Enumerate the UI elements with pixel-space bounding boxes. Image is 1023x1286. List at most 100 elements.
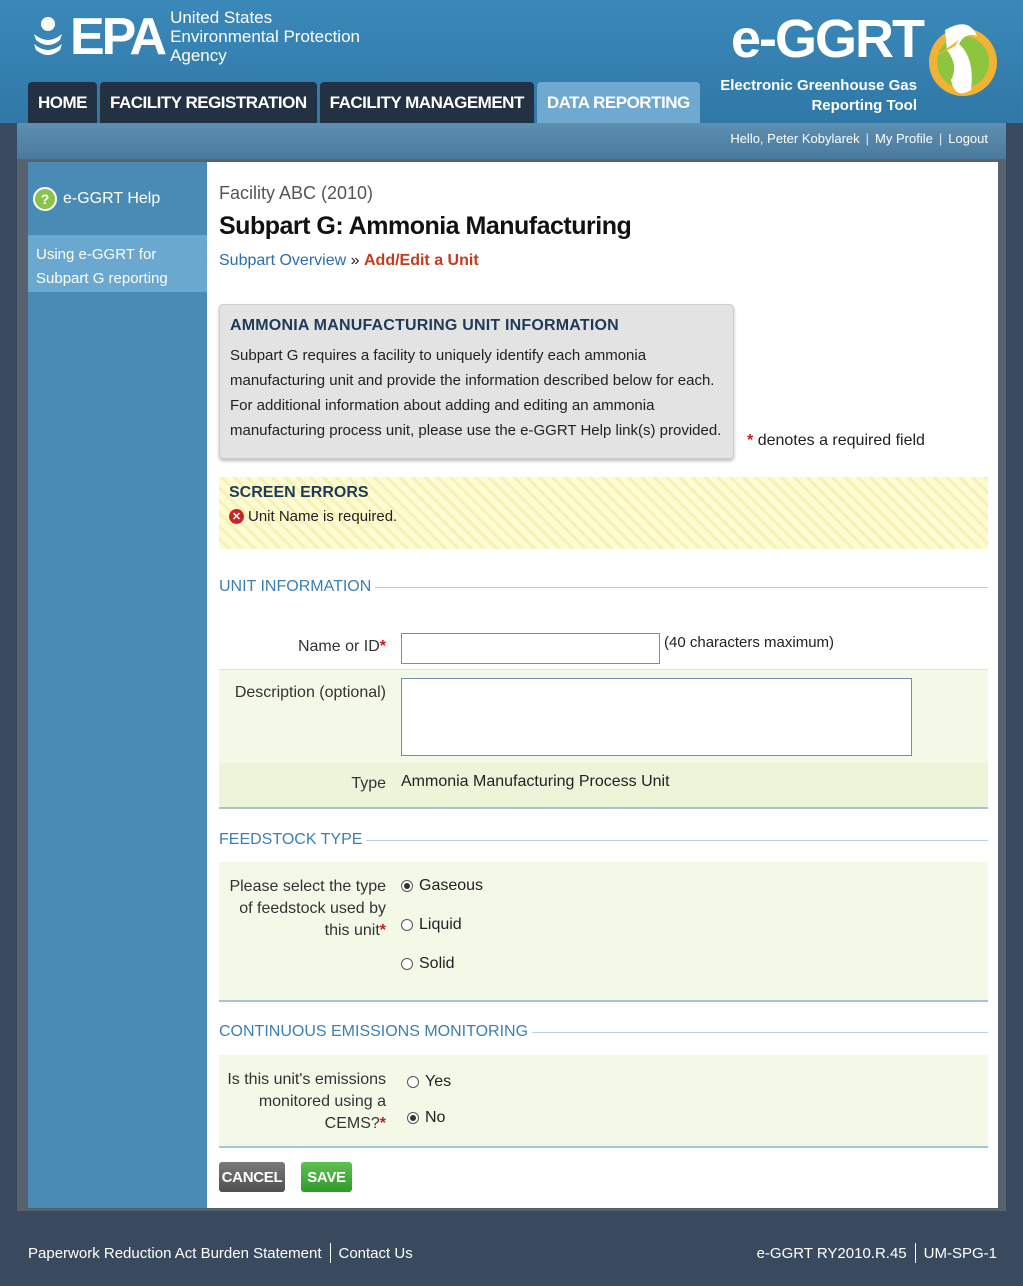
footer: Paperwork Reduction Act Burden Statement…	[0, 1211, 1023, 1286]
cems-option-label: No	[425, 1109, 446, 1126]
footer-links: Paperwork Reduction Act Burden Statement…	[28, 1243, 413, 1263]
tab-facility-management[interactable]: FACILITY MANAGEMENT	[319, 82, 534, 123]
save-button[interactable]: SAVE	[301, 1162, 352, 1192]
cems-label: Is this unit's emissions monitored using…	[210, 1069, 386, 1135]
feedstock-option-label: Solid	[419, 955, 455, 972]
error-icon: ✕	[229, 509, 244, 524]
radio-unselected-icon[interactable]	[401, 958, 413, 970]
description-label: Description (optional)	[234, 684, 386, 701]
name-input[interactable]	[401, 633, 660, 664]
footer-divider	[914, 1243, 916, 1263]
agency-line-2: Environmental Protection	[170, 27, 360, 46]
screen-id: UM-SPG-1	[923, 1244, 997, 1262]
breadcrumb-current: Add/Edit a Unit	[363, 252, 479, 269]
description-textarea[interactable]	[401, 678, 912, 756]
facility-name: Facility ABC (2010)	[219, 183, 374, 203]
sidebar-link-subpart-g[interactable]: Using e-GGRT for Subpart G reporting	[28, 236, 207, 292]
error-message-text: Unit Name is required.	[248, 508, 398, 525]
radio-unselected-icon[interactable]	[407, 1076, 419, 1088]
section-feedstock-type: FEEDSTOCK TYPE	[219, 831, 988, 849]
name-label: Name or ID*	[298, 636, 386, 658]
section-divider	[532, 1031, 988, 1033]
radio-selected-icon[interactable]	[401, 880, 413, 892]
name-row: Name or ID* (40 characters maximum)	[219, 612, 988, 670]
cems-option-yes[interactable]: Yes	[407, 1073, 451, 1091]
name-required-star: *	[379, 638, 386, 655]
unit-info-panel: Name or ID* (40 characters maximum) Desc…	[219, 612, 988, 809]
paperwork-link[interactable]: Paperwork Reduction Act Burden Statement	[28, 1245, 322, 1262]
header: EPA United States Environmental Protecti…	[0, 0, 1023, 123]
required-note-text: denotes a required field	[757, 432, 925, 449]
name-hint: (40 characters maximum)	[664, 634, 835, 651]
main-content: Facility ABC (2010) Subpart G: Ammonia M…	[207, 162, 998, 1208]
eggrt-title: e-GGRT	[730, 9, 925, 69]
name-label-text: Name or ID	[297, 638, 380, 655]
user-bar: Hello, Peter Kobylarek | My Profile | Lo…	[17, 123, 1006, 159]
error-message: ✕ Unit Name is required.	[229, 508, 978, 525]
version-text: e-GGRT RY2010.R.45	[756, 1244, 907, 1262]
breadcrumb-sep: »	[350, 252, 360, 269]
type-label: Type	[351, 775, 386, 792]
eggrt-subtitle: Electronic Greenhouse Gas Reporting Tool	[720, 76, 917, 116]
tab-data-reporting[interactable]: DATA REPORTING	[536, 82, 700, 123]
cems-option-label: Yes	[425, 1073, 452, 1090]
type-value: Ammonia Manufacturing Process Unit	[401, 773, 670, 790]
cems-panel: Is this unit's emissions monitored using…	[219, 1055, 988, 1148]
section-unit-information-label: UNIT INFORMATION	[219, 578, 372, 595]
egret-logo-icon	[925, 10, 999, 119]
logout-link[interactable]: Logout	[948, 131, 988, 146]
user-menu: Hello, Peter Kobylarek | My Profile | Lo…	[730, 131, 988, 146]
epa-flower-icon	[30, 14, 66, 60]
eggrt-subtitle-line-1: Electronic Greenhouse Gas	[720, 77, 917, 94]
section-cems: CONTINUOUS EMISSIONS MONITORING	[219, 1023, 988, 1041]
info-box-body: Subpart G requires a facility to uniquel…	[230, 347, 722, 439]
cems-label-text: Is this unit's emissions monitored using…	[227, 1071, 386, 1132]
page-title: Subpart G: Ammonia Manufacturing	[219, 212, 632, 240]
feedstock-option-solid[interactable]: Solid	[401, 955, 455, 973]
section-cems-label: CONTINUOUS EMISSIONS MONITORING	[219, 1023, 529, 1040]
sidebar-help-label: e-GGRT Help	[63, 189, 161, 207]
type-row: Type Ammonia Manufacturing Process Unit	[219, 763, 988, 807]
sidebar: ? e-GGRT Help Using e-GGRT for Subpart G…	[28, 162, 207, 1208]
required-star: *	[747, 432, 754, 449]
cems-required-star: *	[379, 1115, 386, 1132]
cancel-button[interactable]: CANCEL	[219, 1162, 285, 1192]
eggrt-subtitle-line-2: Reporting Tool	[811, 97, 917, 114]
agency-name: United States Environmental Protection A…	[170, 8, 360, 65]
main-nav: HOME FACILITY REGISTRATION FACILITY MANA…	[28, 82, 703, 123]
breadcrumb-subpart-overview[interactable]: Subpart Overview	[219, 252, 346, 269]
footer-divider	[329, 1243, 331, 1263]
epa-logo[interactable]: EPA United States Environmental Protecti…	[30, 8, 360, 65]
agency-line-1: United States	[170, 8, 273, 27]
sidebar-help[interactable]: ? e-GGRT Help	[28, 162, 207, 236]
cems-option-no[interactable]: No	[407, 1109, 445, 1127]
required-note: * denotes a required field	[747, 432, 925, 450]
section-unit-information: UNIT INFORMATION	[219, 578, 988, 596]
section-divider	[366, 839, 988, 841]
info-box-title: AMMONIA MANUFACTURING UNIT INFORMATION	[230, 317, 619, 334]
user-sep-2: |	[938, 131, 943, 146]
help-icon: ?	[33, 186, 57, 211]
radio-selected-icon[interactable]	[407, 1112, 419, 1124]
feedstock-option-label: Liquid	[419, 916, 462, 933]
tab-home[interactable]: HOME	[28, 82, 97, 123]
contact-us-link[interactable]: Contact Us	[339, 1245, 413, 1262]
info-box: AMMONIA MANUFACTURING UNIT INFORMATION S…	[219, 304, 734, 459]
my-profile-link[interactable]: My Profile	[875, 131, 933, 146]
section-feedstock-type-label: FEEDSTOCK TYPE	[219, 831, 363, 848]
screen-errors: SCREEN ERRORS ✕ Unit Name is required.	[219, 477, 988, 549]
footer-version: e-GGRT RY2010.R.45 UM-SPG-1	[757, 1243, 997, 1263]
tab-facility-registration[interactable]: FACILITY REGISTRATION	[100, 82, 317, 123]
screen-errors-title: SCREEN ERRORS	[229, 484, 369, 501]
feedstock-option-liquid[interactable]: Liquid	[401, 916, 462, 934]
feedstock-panel: Please select the type of feedstock used…	[219, 862, 988, 1002]
description-row: Description (optional)	[219, 670, 988, 762]
feedstock-label: Please select the type of feedstock used…	[216, 876, 386, 942]
section-divider	[375, 586, 988, 588]
radio-unselected-icon[interactable]	[401, 919, 413, 931]
breadcrumb: Subpart Overview » Add/Edit a Unit	[219, 252, 479, 270]
feedstock-option-label: Gaseous	[419, 877, 484, 894]
feedstock-option-gaseous[interactable]: Gaseous	[401, 877, 483, 895]
user-greeting: Hello, Peter Kobylarek	[730, 131, 860, 146]
feedstock-required-star: *	[379, 922, 386, 939]
